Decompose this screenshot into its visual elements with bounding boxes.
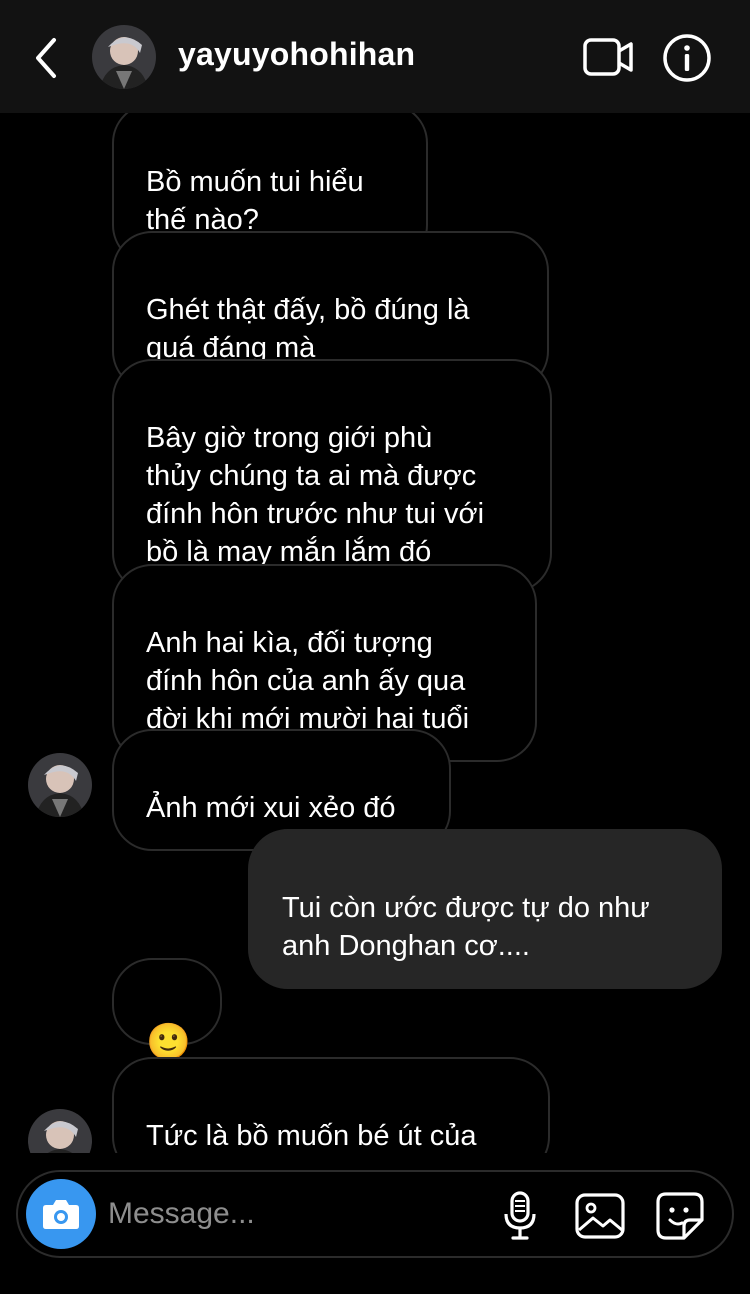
info-icon: [663, 34, 711, 82]
video-call-button[interactable]: [582, 36, 634, 78]
chat-username[interactable]: yayuyohohihan: [178, 36, 415, 73]
message-text: Ảnh mới xui xẻo đó: [146, 792, 396, 824]
camera-button[interactable]: [26, 1179, 96, 1249]
message-text: Ghét thật đấy, bồ đúng là quá đáng mà: [146, 294, 470, 364]
message-bubble-outgoing[interactable]: Tui còn ước được tự do như anh Donghan c…: [248, 829, 722, 989]
microphone-icon: [504, 1191, 536, 1240]
info-button[interactable]: [662, 33, 712, 83]
message-text: Tức là bồ muốn bé út của tui chết sớm?: [146, 1120, 477, 1152]
image-icon: [575, 1193, 625, 1239]
sender-avatar[interactable]: [28, 753, 92, 817]
sticker-icon: [656, 1192, 704, 1240]
message-bubble-incoming[interactable]: Bây giờ trong giới phù thủy chúng ta ai …: [112, 359, 552, 593]
message-text: Anh hai kìa, đối tượng đính hôn của anh …: [146, 627, 470, 735]
chat-header: yayuyohohihan: [0, 0, 750, 113]
gallery-button[interactable]: [574, 1192, 626, 1240]
emoji-message-bubble[interactable]: 🙂: [112, 958, 222, 1062]
message-composer: [16, 1170, 734, 1258]
camera-icon: [43, 1200, 79, 1229]
back-button[interactable]: [28, 36, 68, 80]
message-bubble-incoming[interactable]: Tức là bồ muốn bé út của tui chết sớm?: [112, 1057, 550, 1153]
slightly-smiling-emoji: 🙂: [146, 1021, 191, 1062]
message-input[interactable]: [108, 1192, 488, 1236]
message-text: Bây giờ trong giới phù thủy chúng ta ai …: [146, 422, 485, 568]
sticker-button[interactable]: [654, 1190, 706, 1242]
message-text: Tui còn ước được tự do như anh Donghan c…: [282, 892, 650, 962]
header-avatar[interactable]: [92, 25, 156, 89]
sender-avatar[interactable]: [28, 1109, 92, 1153]
microphone-button[interactable]: [496, 1190, 544, 1242]
message-text: Bồ muốn tui hiểu thế nào?: [146, 166, 364, 236]
chevron-left-icon: [36, 38, 56, 78]
video-camera-icon: [583, 38, 633, 76]
message-thread[interactable]: Bồ muốn tui hiểu thế nào? Ghét thật đấy,…: [0, 113, 750, 1153]
